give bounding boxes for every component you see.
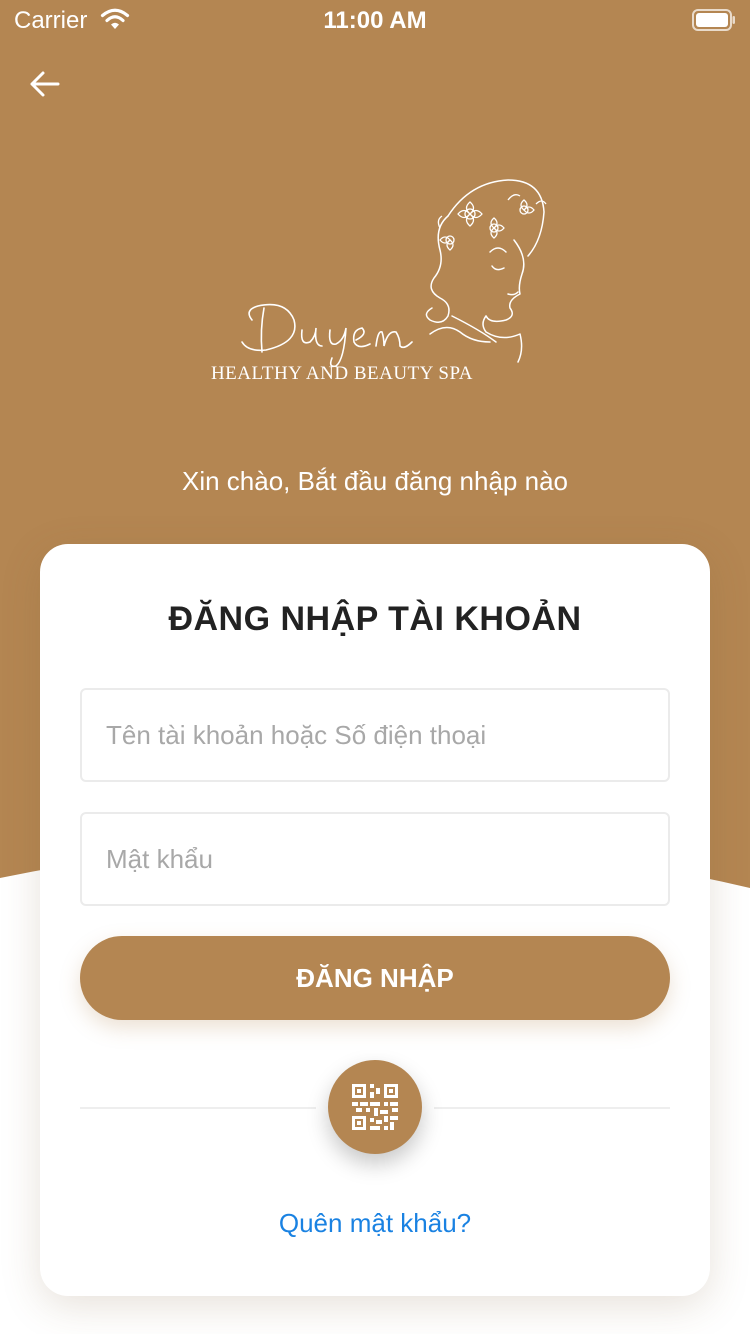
login-button[interactable]: ĐĂNG NHẬP xyxy=(80,936,670,1020)
status-bar: Carrier 11:00 AM xyxy=(0,0,750,40)
login-card: ĐĂNG NHẬP TÀI KHOẢN ĐĂNG NHẬP xyxy=(40,544,710,1296)
forgot-password-link[interactable]: Quên mật khẩu? xyxy=(40,1208,710,1239)
battery-icon xyxy=(692,9,735,31)
password-field[interactable] xyxy=(80,812,670,906)
divider-left xyxy=(80,1107,316,1109)
status-time: 11:00 AM xyxy=(323,7,427,34)
login-screen: Carrier 11:00 AM HEALTHY AND BEAUTY SPA … xyxy=(0,0,750,1334)
password-input[interactable] xyxy=(82,814,668,904)
divider-right xyxy=(434,1107,670,1109)
logo-tagline: HEALTHY AND BEAUTY SPA xyxy=(210,363,474,384)
back-button[interactable] xyxy=(24,64,68,104)
qr-code-icon xyxy=(352,1084,398,1130)
back-arrow-icon xyxy=(30,71,60,97)
greeting-text: Xin chào, Bắt đầu đăng nhập nào xyxy=(182,466,568,496)
qr-login-button[interactable] xyxy=(328,1060,422,1154)
username-input[interactable] xyxy=(82,690,668,780)
login-title: ĐĂNG NHẬP TÀI KHOẢN xyxy=(168,600,582,638)
username-field[interactable] xyxy=(80,688,670,782)
